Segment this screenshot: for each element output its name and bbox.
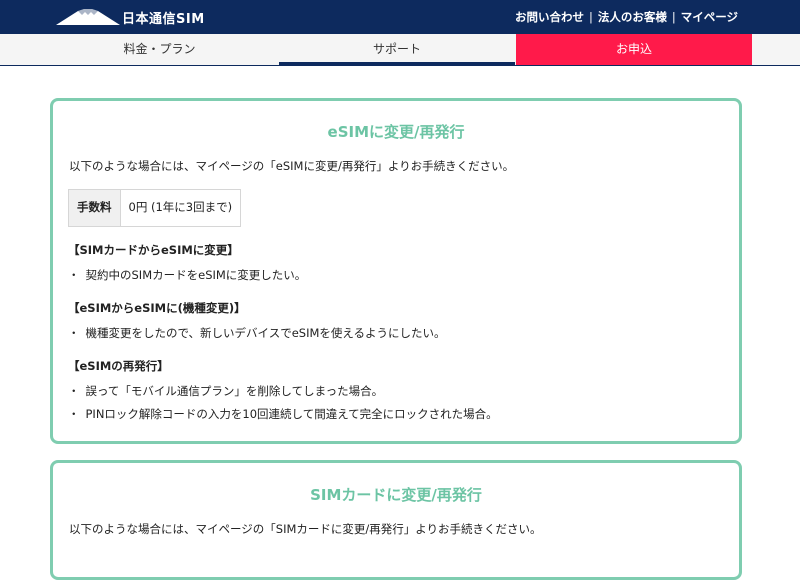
list-item-text: 機種変更をしたので、新しいデバイスでeSIMを使えるようにしたい。 bbox=[85, 326, 446, 340]
tab-plans[interactable]: 料金・プラン bbox=[41, 34, 278, 64]
tab-support[interactable]: サポート bbox=[279, 34, 515, 65]
esim-reissue-card: eSIMに変更/再発行 以下のような場合には、マイページの「eSIMに変更/再発… bbox=[50, 98, 742, 444]
sim-reissue-card: SIMカードに変更/再発行 以下のような場合には、マイページの「SIMカードに変… bbox=[50, 460, 742, 580]
mount-fuji-icon bbox=[56, 9, 120, 25]
list-item-text: 契約中のSIMカードをeSIMに変更したい。 bbox=[85, 268, 307, 282]
bullet-mark: ・ bbox=[68, 268, 80, 282]
main-nav: 料金・プラン サポート お申込 bbox=[0, 34, 800, 66]
contact-link[interactable]: お問い合わせ bbox=[515, 9, 584, 25]
list-item-text: PINロック解除コードの入力を10回連続して間違えて完全にロックされた場合。 bbox=[85, 407, 498, 421]
link-separator: | bbox=[671, 10, 676, 24]
bullet-mark: ・ bbox=[68, 326, 80, 340]
list-item-text: 誤って「モバイル通信プラン」を削除してしまった場合。 bbox=[85, 384, 384, 398]
bullet-mark: ・ bbox=[68, 407, 80, 421]
site-header: 日本通信SIM お問い合わせ | 法人のお客様 | マイページ bbox=[0, 0, 800, 34]
section-heading: 【SIMカードからeSIMに変更】 bbox=[68, 243, 239, 257]
list-item: ・ PINロック解除コードの入力を10回連続して間違えて完全にロックされた場合。 bbox=[68, 406, 498, 422]
list-item: ・誤って「モバイル通信プラン」を削除してしまった場合。 bbox=[68, 383, 383, 399]
list-item: ・機種変更をしたので、新しいデバイスでeSIMを使えるようにしたい。 bbox=[68, 325, 446, 341]
card-title: SIMカードに変更/再発行 bbox=[310, 486, 482, 504]
section-heading: 【eSIMからeSIMに(機種変更)】 bbox=[68, 301, 246, 315]
business-link[interactable]: 法人のお客様 bbox=[598, 9, 667, 25]
card-intro: 以下のような場合には、マイページの「SIMカードに変更/再発行」よりお手続きくだ… bbox=[69, 522, 542, 536]
link-separator: | bbox=[588, 10, 593, 24]
section-heading: 【eSIMの再発行】 bbox=[68, 359, 169, 373]
card-title: eSIMに変更/再発行 bbox=[327, 123, 465, 141]
mypage-link[interactable]: マイページ bbox=[681, 9, 738, 25]
list-item: ・契約中のSIMカードをeSIMに変更したい。 bbox=[68, 267, 306, 283]
tab-apply[interactable]: お申込 bbox=[516, 34, 752, 65]
logo-text: 日本通信SIM bbox=[122, 11, 205, 27]
fee-value: 0円 (1年に3回まで) bbox=[128, 200, 233, 214]
site-logo[interactable]: 日本通信SIM bbox=[56, 6, 205, 28]
fee-label: 手数料 bbox=[69, 190, 121, 226]
bullet-mark: ・ bbox=[68, 384, 80, 398]
card-intro: 以下のような場合には、マイページの「eSIMに変更/再発行」よりお手続きください… bbox=[69, 159, 515, 173]
fee-table: 手数料 0円 (1年に3回まで) bbox=[68, 189, 242, 227]
header-links: お問い合わせ | 法人のお客様 | マイページ bbox=[515, 9, 738, 25]
